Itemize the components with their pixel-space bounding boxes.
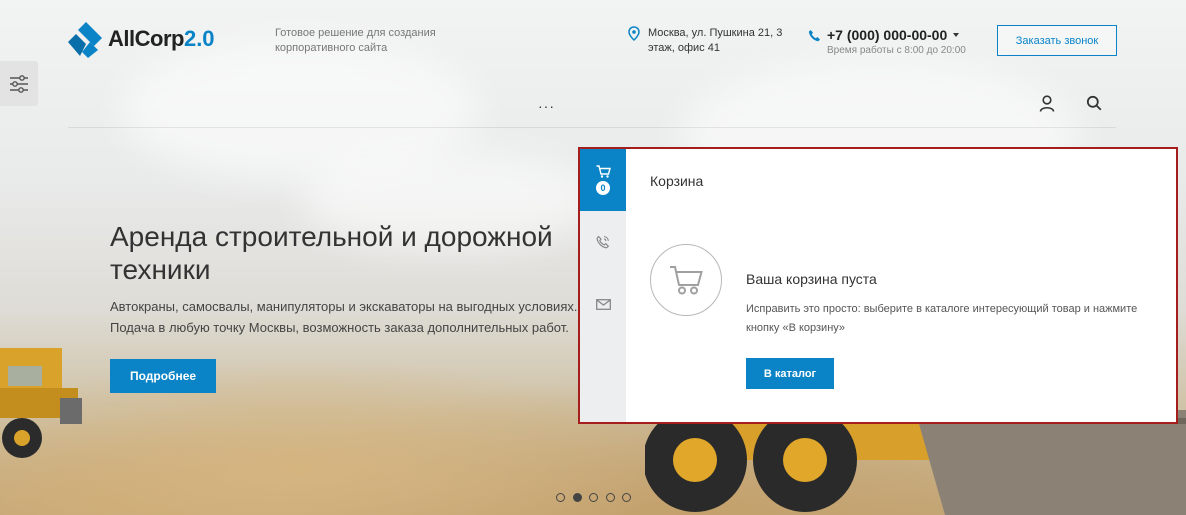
tab-feedback[interactable] xyxy=(580,273,626,335)
phone-icon xyxy=(808,29,820,41)
settings-panel-toggle[interactable] xyxy=(0,61,38,106)
main-menu-toggle[interactable]: ··· xyxy=(538,98,555,114)
logo-version: 2.0 xyxy=(183,26,215,51)
tab-cart[interactable]: 0 xyxy=(580,149,626,211)
tab-callback[interactable] xyxy=(580,211,626,273)
mail-icon xyxy=(595,298,611,310)
dump-truck-image xyxy=(0,348,82,458)
to-catalog-button[interactable]: В каталог xyxy=(746,358,834,389)
empty-cart-icon xyxy=(670,266,703,295)
empty-cart-illustration xyxy=(650,244,722,316)
cart-count-badge: 0 xyxy=(596,181,610,195)
slider-dot[interactable] xyxy=(589,493,598,502)
address-text: Москва, ул. Пушкина 21, 3 этаж, офис 41 xyxy=(648,27,783,54)
hero-title: Аренда строительной и дорожной техники xyxy=(110,221,553,285)
slider-dot[interactable] xyxy=(556,493,565,502)
empty-cart-title: Ваша корзина пуста xyxy=(746,271,877,287)
cart-flyout-panel: 0 Корзина Ваша корзина пуста Исправить э… xyxy=(578,147,1178,424)
settings-icon xyxy=(10,74,28,93)
chevron-down-icon[interactable] xyxy=(953,33,960,37)
work-hours: Время работы с 8:00 до 20:00 xyxy=(827,45,966,56)
phone-number[interactable]: +7 (000) 000-00-00 xyxy=(827,27,947,43)
flyout-sidebar: 0 xyxy=(580,149,626,422)
cart-icon xyxy=(596,165,611,178)
slider-dot[interactable] xyxy=(622,493,631,502)
phone-call-icon xyxy=(596,235,610,249)
user-icon[interactable] xyxy=(1039,95,1055,112)
search-icon[interactable] xyxy=(1086,95,1102,111)
logo-icon xyxy=(68,22,102,58)
slider-dot-active[interactable] xyxy=(572,493,582,502)
logo[interactable]: AllCorp 2.0 xyxy=(68,20,215,58)
empty-cart-description: Исправить это просто: выберите в каталог… xyxy=(746,303,1138,334)
cart-content: Корзина Ваша корзина пуста Исправить это… xyxy=(626,149,1176,422)
slider-pagination xyxy=(556,493,639,502)
location-icon xyxy=(628,26,640,41)
phone-block[interactable]: +7 (000) 000-00-00 Время работы с 8:00 д… xyxy=(808,27,966,56)
more-button[interactable]: Подробнее xyxy=(110,359,216,393)
slider-dot[interactable] xyxy=(605,493,615,502)
callback-button[interactable]: Заказать звонок xyxy=(997,25,1117,56)
site-tagline: Готовое решение для создания корпоративн… xyxy=(275,27,436,54)
logo-text: AllCorp xyxy=(108,26,184,51)
cart-title: Корзина xyxy=(650,173,704,189)
address-block: Москва, ул. Пушкина 21, 3 этаж, офис 41 xyxy=(628,26,788,56)
hero-description: Автокраны, самосвалы, манипуляторы и экс… xyxy=(110,299,578,335)
header-divider xyxy=(68,127,1116,128)
